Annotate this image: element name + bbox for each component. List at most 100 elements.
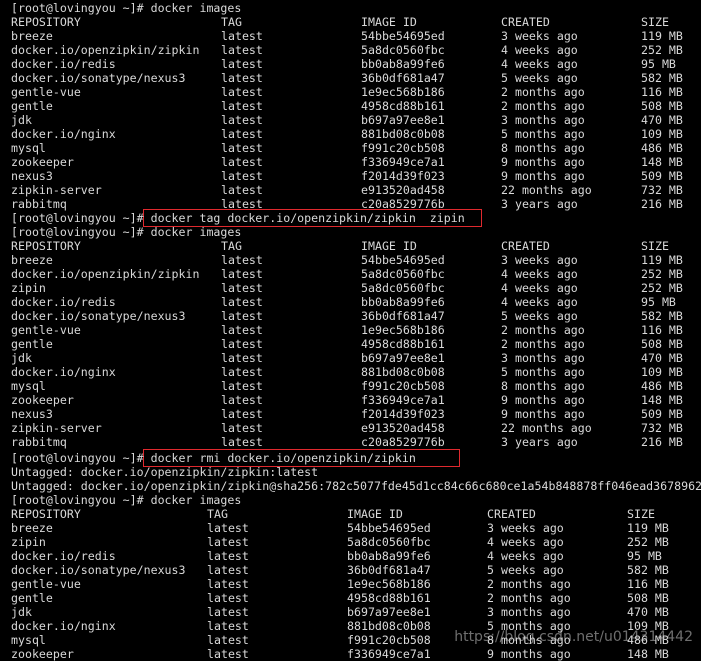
- table-row: docker.io/redis latest bb0ab8a99fe6 4 weeks…: [11, 57, 691, 71]
- row-size: 582 MB: [627, 563, 669, 577]
- row-repository: mysql: [11, 633, 46, 647]
- row-size: 732 MB: [641, 421, 683, 435]
- row-size: 148 MB: [627, 647, 669, 661]
- table-row: zipin latest 5a8dc0560fbc 4 weeks ago 252 MB: [11, 535, 691, 549]
- row-repository: docker.io/redis: [11, 57, 116, 71]
- table-row: zookeeper latest f336949ce7a1 9 months ago 1…: [11, 647, 691, 661]
- row-repository: breeze: [11, 29, 53, 43]
- row-size: 508 MB: [641, 337, 683, 351]
- row-size: 252 MB: [641, 281, 683, 295]
- row-created: 5 months ago: [501, 365, 585, 379]
- col-tag: TAG: [221, 239, 242, 253]
- row-repository: rabbitmq: [11, 435, 67, 449]
- row-size: 119 MB: [627, 521, 669, 535]
- row-repository: gentle-vue: [11, 323, 81, 337]
- command-prompt-docker-tag: [root@lovingyou ~]# docker tag docker.io…: [11, 211, 465, 225]
- row-image-id: 5a8dc0560fbc: [361, 281, 445, 295]
- row-created: 4 weeks ago: [501, 267, 578, 281]
- row-repository: docker.io/openzipkin/zipkin: [11, 267, 200, 281]
- row-tag: latest: [221, 127, 263, 141]
- row-tag: latest: [221, 29, 263, 43]
- row-tag: latest: [207, 577, 249, 591]
- row-tag: latest: [207, 619, 249, 633]
- row-repository: zipkin-server: [11, 183, 102, 197]
- row-size: 119 MB: [641, 29, 683, 43]
- row-size: 252 MB: [641, 43, 683, 57]
- row-tag: latest: [221, 365, 263, 379]
- table-header: REPOSITORY TAG IMAGE ID CREATED SIZE: [11, 15, 691, 29]
- row-tag: latest: [207, 647, 249, 661]
- row-repository: jdk: [11, 351, 32, 365]
- row-tag: latest: [221, 421, 263, 435]
- row-created: 5 weeks ago: [501, 309, 578, 323]
- terminal-window[interactable]: [root@lovingyou ~]# docker images REPOSI…: [0, 0, 701, 661]
- row-repository: rabbitmq: [11, 197, 67, 211]
- row-repository: docker.io/sonatype/nexus3: [11, 309, 186, 323]
- row-repository: nexus3: [11, 407, 53, 421]
- row-size: 148 MB: [641, 393, 683, 407]
- table-row: zookeeper latest f336949ce7a1 9 months ago 1…: [11, 393, 691, 407]
- row-image-id: 1e9ec568b186: [347, 577, 431, 591]
- col-image-id: IMAGE ID: [347, 507, 403, 521]
- row-repository: zookeeper: [11, 647, 74, 661]
- row-tag: latest: [221, 253, 263, 267]
- command-prompt: [root@lovingyou ~]# docker images: [11, 1, 242, 15]
- row-image-id: 881bd08c0b08: [347, 619, 431, 633]
- row-image-id: f2014d39f023: [361, 169, 445, 183]
- row-image-id: bb0ab8a99fe6: [347, 549, 431, 563]
- col-size: SIZE: [641, 15, 669, 29]
- row-created: 4 weeks ago: [487, 535, 564, 549]
- row-size: 95 MB: [627, 549, 662, 563]
- row-size: 470 MB: [627, 605, 669, 619]
- row-image-id: 54bbe54695ed: [361, 253, 445, 267]
- row-created: 8 months ago: [501, 379, 585, 393]
- row-tag: latest: [221, 379, 263, 393]
- row-tag: latest: [221, 99, 263, 113]
- row-image-id: 1e9ec568b186: [361, 323, 445, 337]
- row-repository: docker.io/redis: [11, 549, 116, 563]
- table-row: breeze latest 54bbe54695ed 3 weeks ago 119 M…: [11, 29, 691, 43]
- row-created: 22 months ago: [501, 183, 592, 197]
- row-size: 486 MB: [641, 379, 683, 393]
- row-created: 22 months ago: [501, 421, 592, 435]
- row-created: 3 weeks ago: [501, 29, 578, 43]
- row-tag: latest: [207, 633, 249, 647]
- row-created: 2 months ago: [501, 323, 585, 337]
- row-image-id: 36b0df681a47: [361, 71, 445, 85]
- row-size: 216 MB: [641, 197, 683, 211]
- table-row: docker.io/sonatype/nexus3 latest 36b0df681…: [11, 309, 691, 323]
- table-row: breeze latest 54bbe54695ed 3 weeks ago 119 M…: [11, 521, 691, 535]
- row-size: 508 MB: [641, 99, 683, 113]
- row-tag: latest: [207, 549, 249, 563]
- table-row: docker.io/nginx latest 881bd08c0b08 5 month…: [11, 365, 691, 379]
- row-created: 2 months ago: [501, 99, 585, 113]
- row-created: 3 years ago: [501, 435, 578, 449]
- row-image-id: 881bd08c0b08: [361, 127, 445, 141]
- row-image-id: b697a97ee8e1: [361, 113, 445, 127]
- col-created: CREATED: [501, 15, 550, 29]
- row-repository: breeze: [11, 253, 53, 267]
- row-repository: gentle: [11, 99, 53, 113]
- table-row: docker.io/nginx latest 881bd08c0b08 5 month…: [11, 127, 691, 141]
- row-created: 9 months ago: [501, 393, 585, 407]
- table-header: REPOSITORY TAG IMAGE ID CREATED SIZE: [11, 507, 691, 521]
- row-tag: latest: [207, 605, 249, 619]
- row-tag: latest: [207, 591, 249, 605]
- row-image-id: 54bbe54695ed: [361, 29, 445, 43]
- row-tag: latest: [221, 323, 263, 337]
- row-tag: latest: [207, 535, 249, 549]
- row-tag: latest: [221, 267, 263, 281]
- table-row: breeze latest 54bbe54695ed 3 weeks ago 119 M…: [11, 253, 691, 267]
- row-image-id: f991c20cb508: [361, 141, 445, 155]
- row-tag: latest: [221, 169, 263, 183]
- table-row: docker.io/redis latest bb0ab8a99fe6 4 weeks…: [11, 295, 691, 309]
- row-tag: latest: [221, 183, 263, 197]
- row-size: 509 MB: [641, 407, 683, 421]
- row-tag: latest: [207, 563, 249, 577]
- row-size: 486 MB: [641, 141, 683, 155]
- col-created: CREATED: [487, 507, 536, 521]
- row-created: 9 months ago: [501, 407, 585, 421]
- row-repository: mysql: [11, 141, 46, 155]
- table-row: zipkin-server latest e913520ad458 22 months…: [11, 421, 691, 435]
- row-image-id: b697a97ee8e1: [361, 351, 445, 365]
